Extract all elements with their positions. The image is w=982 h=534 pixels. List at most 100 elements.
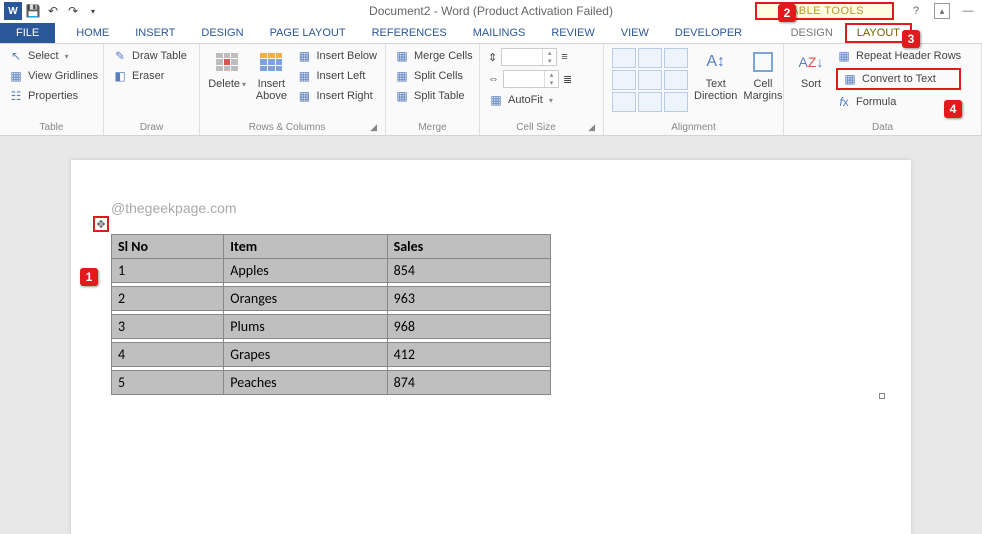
header-slno[interactable]: Sl No <box>112 235 224 259</box>
save-icon[interactable]: 💾 <box>24 2 42 20</box>
col-width-input[interactable]: ▴▾ <box>503 70 559 88</box>
properties-icon: ☷ <box>8 88 24 104</box>
insert-below-icon: ▦ <box>296 48 312 64</box>
redo-icon[interactable]: ↷ <box>64 2 82 20</box>
header-sales[interactable]: Sales <box>387 235 550 259</box>
dialog-launcher-icon[interactable]: ◢ <box>370 122 377 133</box>
cell-item[interactable]: Plums <box>224 315 387 339</box>
help-icon[interactable]: ? <box>908 3 924 19</box>
cell-slno[interactable]: 1 <box>112 259 224 283</box>
group-label-alignment: Alignment <box>612 120 775 133</box>
group-label-rows-cols: Rows & Columns◢ <box>208 120 377 133</box>
cell-slno[interactable]: 2 <box>112 287 224 311</box>
callout-4: 4 <box>944 100 962 118</box>
select-button[interactable]: ↖Select▾ <box>8 48 98 64</box>
tab-tabletools-design[interactable]: DESIGN <box>779 23 845 43</box>
table-move-handle-icon[interactable]: ✥ <box>93 216 109 232</box>
merge-cells-button[interactable]: ▦Merge Cells <box>394 48 473 64</box>
tab-page-layout[interactable]: PAGE LAYOUT <box>257 23 359 43</box>
split-cells-button[interactable]: ▦Split Cells <box>394 68 473 84</box>
split-cells-icon: ▦ <box>394 68 410 84</box>
title-bar: W 💾 ↶ ↷ ▾ Document2 - Word (Product Acti… <box>0 0 982 22</box>
draw-table-button[interactable]: ✎Draw Table <box>112 48 187 64</box>
text-direction-icon: A↕ <box>702 48 730 76</box>
cell-item[interactable]: Oranges <box>224 287 387 311</box>
split-table-icon: ▦ <box>394 88 410 104</box>
alignment-grid[interactable] <box>612 48 688 112</box>
header-item[interactable]: Item <box>224 235 387 259</box>
table-row[interactable]: 1Apples854 <box>112 259 551 283</box>
cell-sales[interactable]: 854 <box>387 259 550 283</box>
insert-right-button[interactable]: ▦Insert Right <box>296 88 377 104</box>
repeat-header-icon: ▦ <box>836 48 852 64</box>
cell-item[interactable]: Grapes <box>224 343 387 367</box>
ribbon-display-icon[interactable]: ▴ <box>934 3 950 19</box>
autofit-button[interactable]: ▦AutoFit▾ <box>488 92 553 108</box>
col-width-icon: ⇔ <box>488 73 499 85</box>
table-row[interactable]: 5Peaches874 <box>112 371 551 395</box>
row-height-input[interactable]: ▴▾ <box>501 48 557 66</box>
cell-sales[interactable]: 874 <box>387 371 550 395</box>
callout-2: 2 <box>778 4 796 22</box>
delete-button[interactable]: Delete▾ <box>208 48 246 90</box>
tab-mailings[interactable]: MAILINGS <box>460 23 539 43</box>
distribute-rows-icon[interactable]: ≡ <box>561 51 567 63</box>
document-table[interactable]: Sl No Item Sales 1Apples8542Oranges9633P… <box>111 234 551 395</box>
formula-button[interactable]: fxFormula <box>836 94 961 110</box>
tab-home[interactable]: HOME <box>63 23 122 43</box>
view-gridlines-button[interactable]: ▦View Gridlines <box>8 68 98 84</box>
table-row[interactable]: 2Oranges963 <box>112 287 551 311</box>
cell-item[interactable]: Peaches <box>224 371 387 395</box>
document-page[interactable]: @thegeekpage.com ✥ Sl No Item Sales 1App… <box>71 160 911 534</box>
insert-right-icon: ▦ <box>296 88 312 104</box>
group-alignment: A↕ Text Direction Cell Margins Alignment <box>604 44 784 135</box>
cell-sales[interactable]: 968 <box>387 315 550 339</box>
cell-slno[interactable]: 5 <box>112 371 224 395</box>
tab-file[interactable]: FILE <box>0 23 55 43</box>
delete-icon <box>213 48 241 76</box>
insert-below-button[interactable]: ▦Insert Below <box>296 48 377 64</box>
table-row[interactable]: 3Plums968 <box>112 315 551 339</box>
document-title: Document2 - Word (Product Activation Fai… <box>369 4 613 18</box>
cell-margins-button[interactable]: Cell Margins <box>743 48 782 102</box>
undo-icon[interactable]: ↶ <box>44 2 62 20</box>
cell-sales[interactable]: 963 <box>387 287 550 311</box>
minimize-icon[interactable]: — <box>960 3 976 19</box>
callout-3: 3 <box>902 30 920 48</box>
watermark-text: @thegeekpage.com <box>111 200 881 216</box>
convert-to-text-button[interactable]: ▦Convert to Text <box>836 68 961 90</box>
formula-icon: fx <box>836 94 852 110</box>
qat-customize-icon[interactable]: ▾ <box>84 2 102 20</box>
cell-slno[interactable]: 3 <box>112 315 224 339</box>
group-label-data: Data <box>792 120 973 133</box>
cell-item[interactable]: Apples <box>224 259 387 283</box>
group-draw: ✎Draw Table ◧Eraser Draw <box>104 44 200 135</box>
insert-left-button[interactable]: ▦Insert Left <box>296 68 377 84</box>
split-table-button[interactable]: ▦Split Table <box>394 88 473 104</box>
sort-button[interactable]: AZ↓ Sort <box>792 48 830 90</box>
tab-review[interactable]: REVIEW <box>538 23 607 43</box>
text-direction-button[interactable]: A↕ Text Direction <box>694 48 737 102</box>
table-resize-handle-icon[interactable] <box>879 393 885 399</box>
eraser-button[interactable]: ◧Eraser <box>112 68 187 84</box>
repeat-header-rows-button[interactable]: ▦Repeat Header Rows <box>836 48 961 64</box>
merge-cells-icon: ▦ <box>394 48 410 64</box>
distribute-cols-icon[interactable]: ≣ <box>563 73 572 86</box>
table-row[interactable]: 4Grapes412 <box>112 343 551 367</box>
insert-left-icon: ▦ <box>296 68 312 84</box>
table-header-row[interactable]: Sl No Item Sales <box>112 235 551 259</box>
eraser-icon: ◧ <box>112 68 128 84</box>
tab-references[interactable]: REFERENCES <box>359 23 460 43</box>
tab-insert[interactable]: INSERT <box>122 23 188 43</box>
table-tools-contextual-tab: TABLE TOOLS <box>755 2 894 20</box>
dialog-launcher-icon[interactable]: ◢ <box>588 122 595 133</box>
autofit-icon: ▦ <box>488 92 504 108</box>
cell-slno[interactable]: 4 <box>112 343 224 367</box>
group-label-draw: Draw <box>112 120 191 133</box>
tab-design[interactable]: DESIGN <box>188 23 256 43</box>
cell-sales[interactable]: 412 <box>387 343 550 367</box>
properties-button[interactable]: ☷Properties <box>8 88 98 104</box>
tab-developer[interactable]: DEVELOPER <box>662 23 755 43</box>
tab-view[interactable]: VIEW <box>608 23 662 43</box>
insert-above-button[interactable]: Insert Above <box>252 48 290 102</box>
